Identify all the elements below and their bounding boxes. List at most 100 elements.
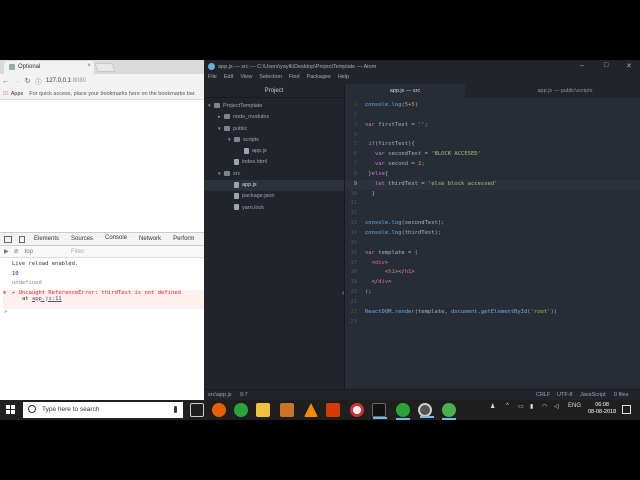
vlc-icon[interactable] bbox=[304, 403, 318, 417]
status-grammar[interactable]: JavaScript bbox=[580, 392, 606, 398]
file-icon bbox=[234, 192, 239, 199]
menu-help[interactable]: Help bbox=[338, 74, 349, 84]
status-eol[interactable]: CRLF bbox=[536, 392, 550, 398]
people-icon[interactable]: ♟ bbox=[490, 403, 495, 410]
browser-tab[interactable]: Optional × bbox=[4, 61, 94, 74]
menu-edit[interactable]: Edit bbox=[224, 74, 233, 84]
code-line: 6 var secondTest = 'BLOCK ACCESED' bbox=[345, 150, 640, 160]
info-icon[interactable]: ⓘ bbox=[33, 77, 44, 86]
error-expand-icon[interactable]: ▸ bbox=[12, 290, 19, 296]
tree-item[interactable]: ▾ public bbox=[204, 124, 344, 135]
reload-icon[interactable]: ↻ bbox=[22, 77, 33, 85]
address-bar-row: ← → ↻ ⓘ 127.0.0.1:8080 bbox=[0, 74, 204, 88]
office-icon[interactable] bbox=[326, 403, 340, 417]
status-cursor[interactable]: 9:7 bbox=[240, 392, 248, 398]
tree-item[interactable]: ▾ src bbox=[204, 169, 344, 180]
volume-icon[interactable]: ◁ bbox=[554, 403, 559, 410]
new-tab-button[interactable] bbox=[94, 63, 116, 72]
status-files[interactable]: 0 files bbox=[614, 392, 628, 398]
tree-item[interactable]: app.js bbox=[204, 180, 344, 192]
battery-icon[interactable]: ▮ bbox=[530, 403, 533, 410]
atom-logo-icon bbox=[208, 63, 215, 70]
microphone-icon[interactable] bbox=[174, 406, 177, 413]
terminal-icon[interactable] bbox=[372, 403, 387, 419]
chrome-running-icon[interactable] bbox=[396, 403, 410, 420]
status-encoding[interactable]: UTF-8 bbox=[557, 392, 573, 398]
console-prompt[interactable]: > bbox=[4, 309, 204, 319]
atom-app-icon[interactable] bbox=[418, 403, 434, 418]
bookmarks-bar: ⁝⁝⁝ Apps For quick access, place your bo… bbox=[0, 88, 204, 100]
tree-item[interactable]: package.json bbox=[204, 191, 344, 202]
windows-start-icon[interactable] bbox=[6, 405, 16, 415]
tree-item[interactable]: ▸ node_modules bbox=[204, 112, 344, 123]
taskbar-search-box[interactable]: Type here to search bbox=[23, 402, 183, 418]
menu-file[interactable]: File bbox=[208, 74, 217, 84]
code-line: 20); bbox=[345, 288, 640, 298]
close-tab-icon[interactable]: × bbox=[87, 63, 91, 69]
page-favicon-icon bbox=[9, 64, 15, 70]
tree-item[interactable]: index.html bbox=[204, 157, 344, 168]
folder-icon bbox=[234, 136, 240, 142]
atom-statusbar: src\app.js 9:7 CRLF UTF-8 JavaScript 0 f… bbox=[204, 389, 640, 400]
error-source-link[interactable]: app.js:11 bbox=[32, 296, 62, 302]
task-view-icon[interactable] bbox=[190, 403, 204, 417]
url-port: :8080 bbox=[71, 78, 87, 84]
console-sidebar-icon[interactable]: ▶ bbox=[4, 248, 9, 255]
menu-packages[interactable]: Packages bbox=[307, 74, 331, 84]
apps-grid-icon[interactable]: ⁝⁝⁝ bbox=[3, 90, 9, 97]
inspect-icon[interactable] bbox=[4, 235, 12, 243]
line-number: 5 bbox=[353, 141, 357, 148]
taskbar-clock[interactable]: 06:08 08-08-2018 bbox=[588, 402, 616, 416]
url-field[interactable]: 127.0.0.1:8080 bbox=[46, 78, 86, 84]
tab-network[interactable]: Network bbox=[133, 233, 167, 245]
menu-find[interactable]: Find bbox=[289, 74, 300, 84]
code-area[interactable]: 1 console.log(5+5) 2 3 var firstTest = '';… bbox=[345, 98, 640, 327]
chrome-app-icon[interactable] bbox=[234, 403, 248, 417]
device-toolbar-icon[interactable] bbox=[19, 235, 25, 243]
prompt-chevron: > bbox=[4, 308, 8, 315]
tree-item-label: scripts bbox=[243, 136, 259, 143]
code-line: 23 bbox=[345, 318, 640, 328]
code-editor: app.js — src app.js — public\scripts 1 co… bbox=[342, 84, 640, 389]
taskbar: Type here to search ♟ ^ ▭ ▮ ◠ ◁ ENG 06:0… bbox=[0, 400, 640, 420]
menu-selection[interactable]: Selection bbox=[259, 74, 282, 84]
xampp-icon[interactable] bbox=[280, 403, 294, 417]
firefox-icon[interactable] bbox=[212, 403, 226, 417]
bookmarks-apps[interactable]: Apps bbox=[11, 91, 24, 97]
tree-item[interactable]: yarn.lock bbox=[204, 203, 344, 214]
editor-tab-public-app[interactable]: app.js — public\scripts bbox=[505, 84, 625, 98]
status-path[interactable]: src\app.js bbox=[208, 392, 232, 398]
tab-sources[interactable]: Sources bbox=[65, 233, 99, 245]
tab-console[interactable]: Console bbox=[99, 233, 134, 245]
clear-console-icon[interactable]: ⊘ bbox=[14, 248, 19, 255]
close-window-icon[interactable]: ✕ bbox=[626, 62, 632, 70]
tree-item-label: app.js bbox=[252, 148, 267, 155]
tree-item[interactable]: ▾ scripts bbox=[204, 135, 344, 146]
tab-elements[interactable]: Elements bbox=[28, 233, 65, 245]
back-icon[interactable]: ← bbox=[0, 78, 11, 85]
minimize-icon[interactable]: – bbox=[580, 62, 584, 69]
line-number: 3 bbox=[353, 121, 357, 128]
line-number: 6 bbox=[353, 151, 357, 158]
collapse-tree-icon[interactable]: ‹ bbox=[342, 290, 344, 297]
context-selector[interactable]: top bbox=[25, 249, 33, 255]
maximize-icon[interactable]: □ bbox=[604, 62, 608, 69]
green-app-icon[interactable] bbox=[442, 403, 456, 420]
line-number: 9 bbox=[353, 180, 357, 187]
record-app-icon[interactable] bbox=[350, 403, 364, 417]
url-host: 127.0.0.1 bbox=[46, 78, 72, 84]
language-indicator[interactable]: ENG bbox=[568, 403, 581, 409]
file-explorer-icon[interactable] bbox=[256, 403, 270, 417]
wifi-icon[interactable]: ◠ bbox=[542, 403, 547, 410]
network-icon[interactable]: ▭ bbox=[518, 403, 524, 410]
tab-performance[interactable]: Perform bbox=[167, 233, 200, 245]
menu-view[interactable]: View bbox=[240, 74, 252, 84]
tree-item[interactable]: ▾ ProjectTemplate bbox=[204, 101, 344, 112]
tree-item[interactable]: app.js bbox=[204, 146, 344, 157]
atom-window: app.js — src — C:\Users\yaylk\Desktop\Pr… bbox=[204, 60, 640, 400]
tray-chevron-icon[interactable]: ^ bbox=[506, 403, 509, 409]
console-filter-input[interactable]: Filter bbox=[71, 249, 84, 255]
action-center-icon[interactable] bbox=[622, 405, 631, 414]
editor-tab-src-app[interactable]: app.js — src bbox=[345, 84, 465, 98]
forward-icon[interactable]: → bbox=[11, 78, 22, 85]
